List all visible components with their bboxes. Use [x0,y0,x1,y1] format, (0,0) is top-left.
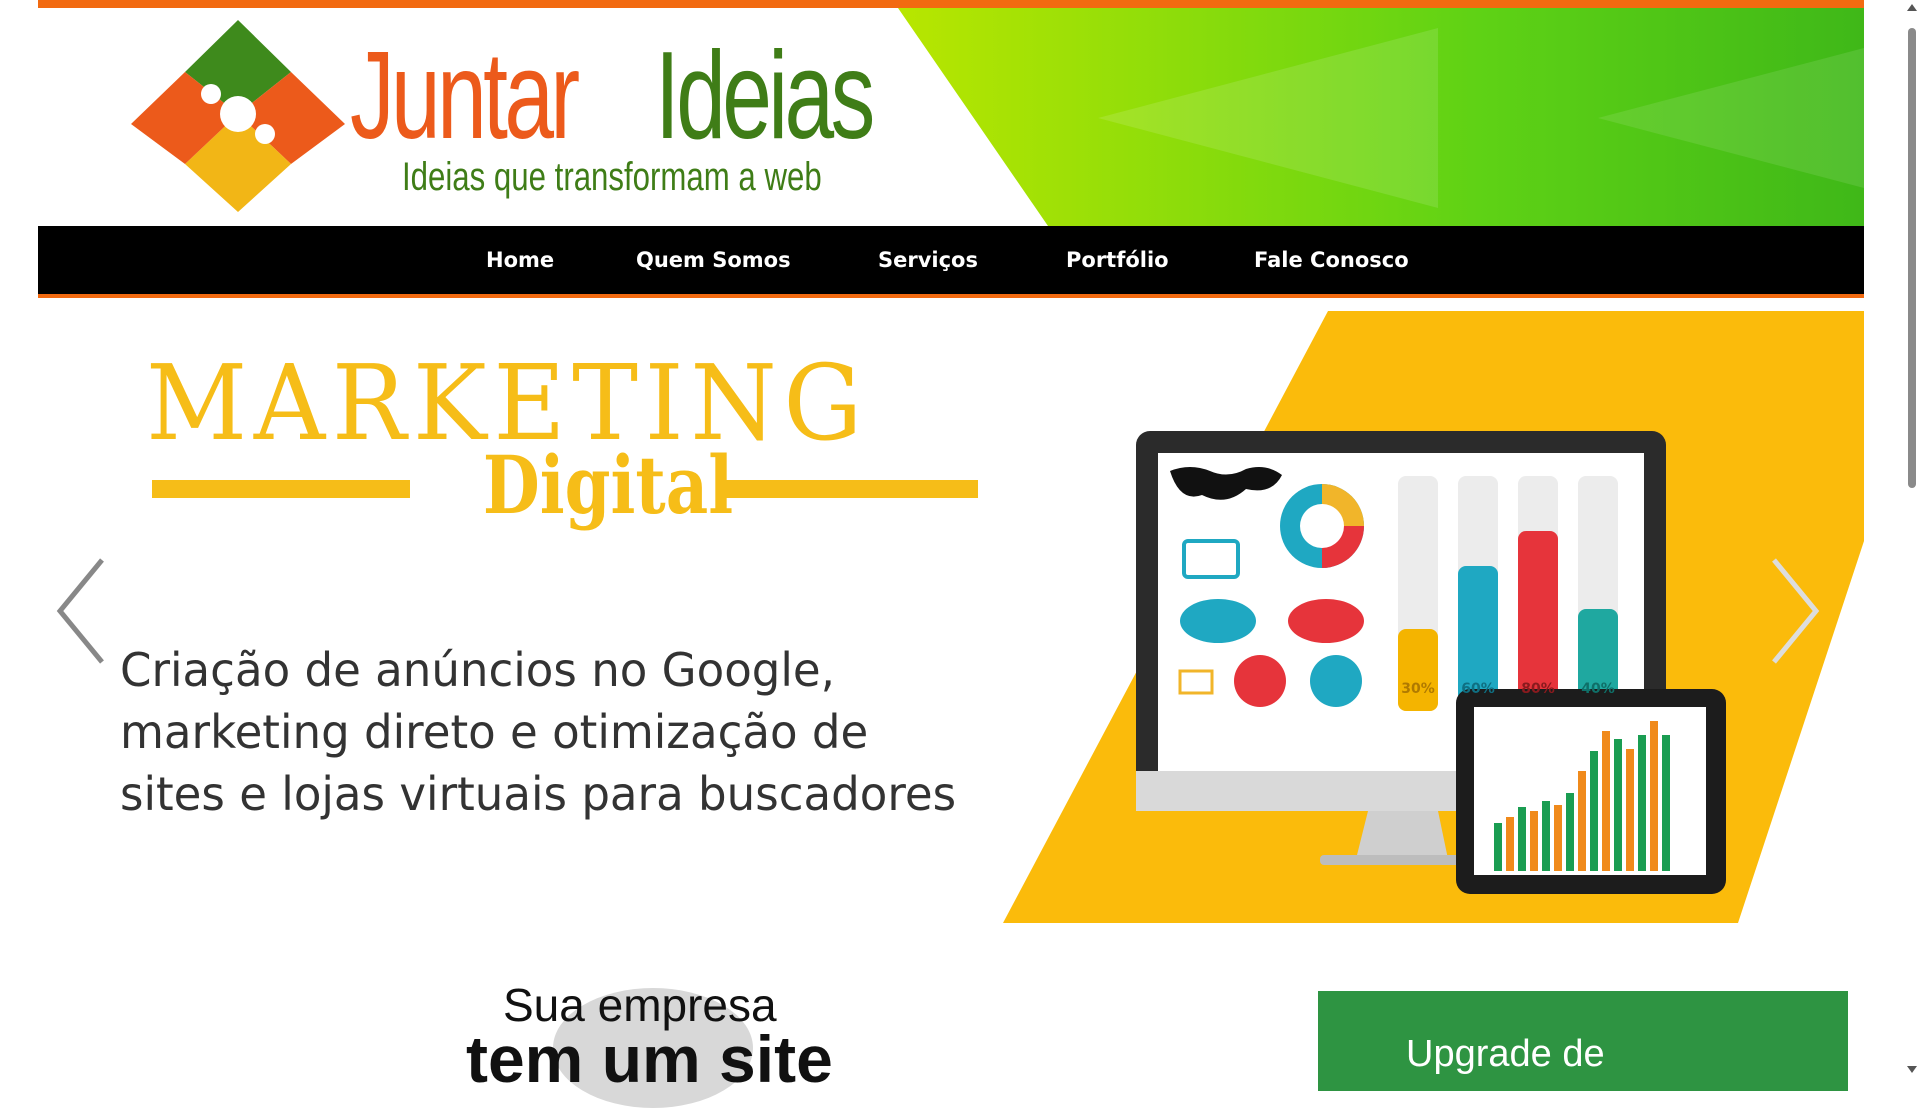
nav-item-home[interactable]: Home [486,226,554,294]
slide-description-line: marketing direto e otimização de [120,705,869,759]
gauge-label: 80% [1521,681,1555,697]
slide-title-rule-right [718,480,978,498]
slide-title-rule-left [152,480,410,498]
chevron-left-icon[interactable] [50,556,110,666]
chevron-right-icon[interactable] [1766,556,1826,666]
nav-item-portfolio[interactable]: Portfólio [1066,226,1169,294]
upgrade-box[interactable]: Upgrade de [1318,991,1848,1091]
hero-slider[interactable]: 30% 60% 80% 40% MARKETING Digital Criaçã… [38,311,1864,923]
scrollbar-thumb[interactable] [1908,28,1916,488]
header-top-bar [38,0,1864,8]
gauge-label: 30% [1401,681,1435,697]
brand-tagline: Ideias que transformam a web [402,155,822,199]
page: Juntar Ideias Ideias que transformam a w… [38,0,1864,1108]
scroll-down-icon[interactable] [1907,1066,1917,1073]
puzzle-logo-icon[interactable] [123,14,353,214]
upgrade-label: Upgrade de [1406,1033,1605,1075]
nav-item-fale-conosco[interactable]: Fale Conosco [1254,226,1409,294]
main-nav: Home Quem Somos Serviços Portfólio Fale … [38,226,1864,298]
brand-name-ideias: Ideias [655,27,875,165]
scroll-up-icon[interactable] [1907,4,1917,11]
headline-large: tem um site [466,1022,833,1096]
nav-item-servicos[interactable]: Serviços [878,226,978,294]
slide-description: Criação de anúncios no Google, marketing… [120,639,1060,825]
page-scrollbar[interactable] [1904,0,1920,1080]
gauge-label: 40% [1581,681,1615,697]
gauge-label: 60% [1461,681,1495,697]
slide-subtitle: Digital [482,438,734,532]
brand-name-juntar: Juntar [350,27,580,165]
slide-description-line: Criação de anúncios no Google, [120,643,835,697]
site-header: Juntar Ideias Ideias que transformam a w… [38,8,1864,226]
nav-item-quem-somos[interactable]: Quem Somos [636,226,791,294]
slide-description-line: sites e lojas virtuais para buscadores [120,767,957,821]
